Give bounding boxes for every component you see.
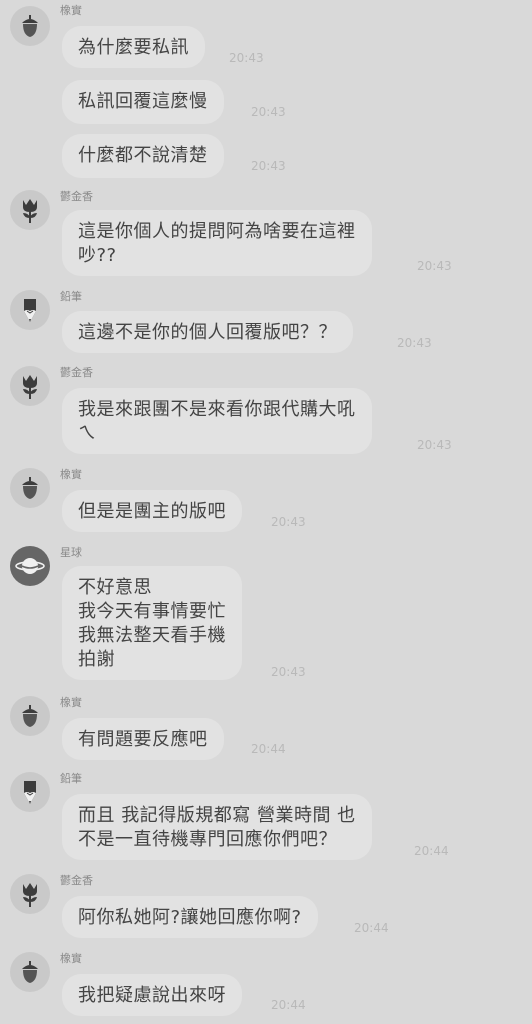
- message-time: 20:44: [251, 742, 286, 756]
- acorn-icon: [22, 477, 38, 499]
- pencil-icon: [24, 781, 36, 804]
- avatar-acorn[interactable]: [10, 952, 50, 992]
- message-time: 20:44: [414, 844, 449, 858]
- message-bubble[interactable]: 有問題要反應吧: [62, 718, 224, 760]
- message-time: 20:43: [417, 438, 452, 452]
- sender-name: 鬱金香: [60, 190, 93, 203]
- avatar-tulip[interactable]: [10, 190, 50, 230]
- sender-name: 橡實: [60, 696, 82, 709]
- tulip-icon: [23, 199, 37, 223]
- sender-name: 鬱金香: [60, 366, 93, 379]
- message-bubble[interactable]: 但是是團主的版吧: [62, 490, 242, 532]
- message-time: 20:43: [271, 665, 306, 679]
- message-bubble[interactable]: 我把疑慮說出來呀: [62, 974, 242, 1016]
- avatar-pencil[interactable]: [10, 772, 50, 812]
- sender-name: 橡實: [60, 4, 82, 17]
- message-time: 20:43: [397, 336, 432, 350]
- acorn-icon: [22, 705, 38, 727]
- avatar-acorn[interactable]: [10, 6, 50, 46]
- sender-name: 星球: [60, 546, 82, 559]
- acorn-icon: [22, 15, 38, 37]
- pencil-icon: [24, 299, 36, 322]
- message-bubble[interactable]: 這是你個人的提問阿為啥要在這裡 吵??: [62, 210, 372, 276]
- avatar-acorn[interactable]: [10, 468, 50, 508]
- message-bubble[interactable]: 阿你私她阿?讓她回應你啊?: [62, 896, 318, 938]
- sender-name: 橡實: [60, 952, 82, 965]
- message-bubble[interactable]: 我是來跟團不是來看你跟代購大吼 ㄟ: [62, 388, 372, 454]
- message-bubble[interactable]: 不好意思 我今天有事情要忙 我無法整天看手機 拍謝: [62, 566, 242, 680]
- avatar-tulip[interactable]: [10, 366, 50, 406]
- message-time: 20:43: [417, 259, 452, 273]
- acorn-icon: [22, 961, 38, 983]
- chat-log: 橡實 為什麼要私訊 20:43 私訊回覆這麼慢 20:43 什麼都不說清楚 20…: [0, 0, 532, 1024]
- message-time: 20:44: [271, 998, 306, 1012]
- sender-name: 鉛筆: [60, 290, 82, 303]
- avatar-acorn[interactable]: [10, 696, 50, 736]
- message-time: 20:44: [354, 921, 389, 935]
- message-bubble[interactable]: 私訊回覆這麼慢: [62, 80, 224, 124]
- sender-name: 鬱金香: [60, 874, 93, 887]
- message-bubble[interactable]: 而且 我記得版規都寫 營業時間 也 不是一直待機專門回應你們吧？: [62, 794, 372, 860]
- tulip-icon: [23, 883, 37, 907]
- message-time: 20:43: [229, 51, 264, 65]
- sender-name: 橡實: [60, 468, 82, 481]
- tulip-icon: [23, 375, 37, 399]
- avatar-planet[interactable]: [10, 546, 50, 586]
- message-bubble[interactable]: 為什麼要私訊: [62, 26, 205, 68]
- message-time: 20:43: [251, 105, 286, 119]
- avatar-pencil[interactable]: [10, 290, 50, 330]
- message-bubble[interactable]: 什麼都不說清楚: [62, 134, 224, 178]
- avatar-tulip[interactable]: [10, 874, 50, 914]
- message-time: 20:43: [251, 159, 286, 173]
- message-time: 20:43: [271, 515, 306, 529]
- planet-icon: [15, 558, 45, 574]
- sender-name: 鉛筆: [60, 772, 82, 785]
- message-bubble[interactable]: 這邊不是你的個人回覆版吧？？: [62, 311, 353, 353]
